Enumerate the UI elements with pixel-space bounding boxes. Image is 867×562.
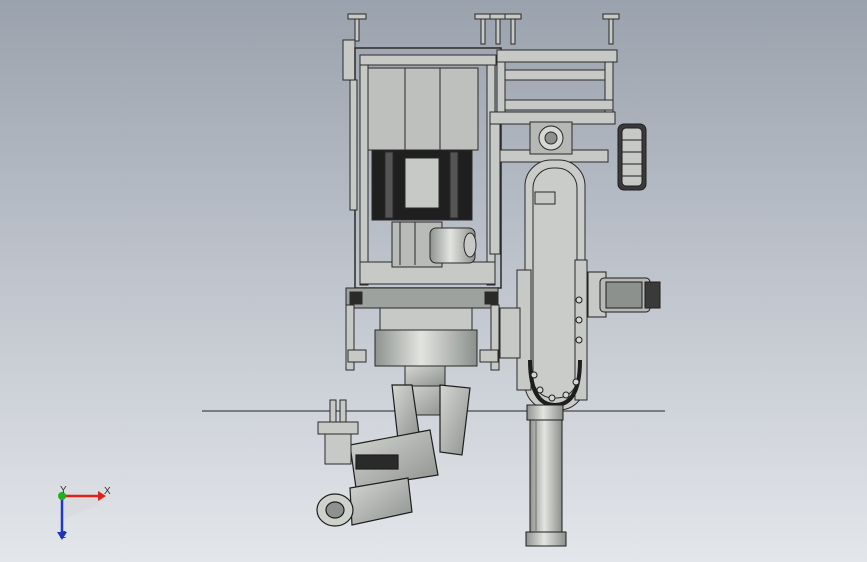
cad-graphics-viewport[interactable]: X Y Z: [0, 0, 867, 562]
right-gearmotor: [587, 271, 661, 318]
side-gear: [617, 123, 647, 191]
leveling-feet: [347, 13, 620, 45]
x-axis-label: X: [104, 486, 111, 497]
z-axis-label: Z: [60, 530, 67, 541]
lower-cylinder: [525, 404, 567, 547]
assembly-model[interactable]: [0, 0, 867, 562]
y-axis-label: Y: [60, 485, 67, 496]
inner-drive: [391, 221, 477, 268]
lower-carriage: [345, 287, 521, 371]
vertical-arm: [516, 159, 588, 411]
